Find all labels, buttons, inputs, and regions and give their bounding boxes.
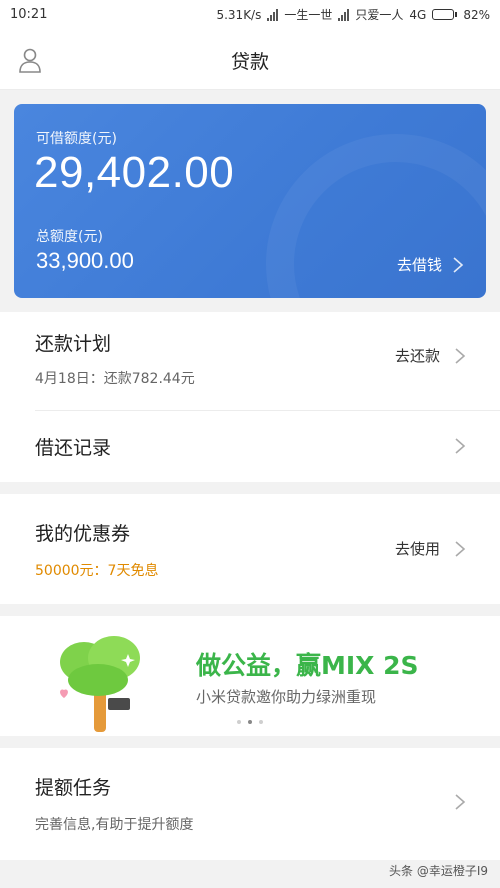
- app-header: 贷款: [0, 30, 500, 90]
- limit-task-section[interactable]: 提额任务 完善信息,有助于提升额度: [0, 748, 500, 860]
- carrier-1: 一生一世: [284, 8, 333, 22]
- repayment-section: 还款计划 4月18日：还款782.44元 去还款 借还记录: [0, 312, 500, 482]
- total-amount: 33,900.00: [36, 248, 134, 273]
- available-label: 可借额度(元): [36, 131, 117, 147]
- carousel-dots[interactable]: [0, 720, 500, 724]
- repayment-title: 还款计划: [35, 333, 112, 355]
- available-amount: 29,402.00: [34, 148, 235, 197]
- status-time: 10:21: [10, 7, 48, 22]
- chevron-right-icon: [455, 794, 466, 810]
- signal-icon: [267, 8, 279, 21]
- promo-banner[interactable]: 做公益，赢MIX 2S 小米贷款邀你助力绿洲重现: [0, 616, 500, 736]
- records-title: 借还记录: [35, 437, 112, 459]
- chevron-right-icon: [453, 256, 464, 273]
- status-bar: 10:21 5.31K/s 一生一世 只爱一人 4G 82%: [0, 0, 500, 30]
- limit-task-subtitle: 完善信息,有助于提升额度: [35, 817, 194, 833]
- total-label: 总额度(元): [36, 229, 103, 245]
- credit-card[interactable]: 可借额度(元) 29,402.00 总额度(元) 33,900.00 去借钱: [14, 104, 486, 298]
- borrow-label: 去借钱: [396, 256, 442, 274]
- chevron-right-icon: [455, 540, 466, 557]
- repay-button[interactable]: 去还款: [395, 345, 466, 366]
- network-speed: 5.31K/s: [216, 7, 262, 22]
- records-row[interactable]: 借还记录: [0, 411, 500, 482]
- limit-task-title: 提额任务: [35, 777, 112, 799]
- carousel-dot[interactable]: [248, 720, 252, 724]
- page-title: 贷款: [230, 51, 269, 73]
- signal-icon: [338, 8, 350, 21]
- banner-subtitle: 小米贷款邀你助力绿洲重现: [196, 688, 377, 706]
- carrier-2: 只爱一人: [355, 8, 404, 22]
- carousel-dot[interactable]: [259, 720, 263, 724]
- use-coupon-label: 去使用: [394, 540, 440, 558]
- chevron-right-icon: [455, 438, 466, 454]
- carousel-dot[interactable]: [237, 720, 241, 724]
- battery-icon: [432, 9, 458, 20]
- repay-label: 去还款: [394, 347, 440, 365]
- use-coupon-button[interactable]: 去使用: [395, 538, 466, 559]
- coupon-subtitle: 50000元：7天免息: [35, 563, 159, 579]
- banner-title: 做公益，赢MIX 2S: [196, 651, 419, 680]
- coupon-section[interactable]: 我的优惠券 50000元：7天免息 去使用: [0, 494, 500, 604]
- battery-percent: 82%: [463, 7, 490, 22]
- borrow-button[interactable]: 去借钱: [397, 254, 464, 275]
- watermark: 头条 @幸运橙子I9: [389, 864, 488, 878]
- chevron-right-icon: [455, 347, 466, 364]
- repayment-subtitle: 4月18日：还款782.44元: [35, 371, 195, 387]
- network-type: 4G: [409, 7, 427, 22]
- status-right: 5.31K/s 一生一世 只爱一人 4G 82%: [216, 6, 490, 23]
- coupon-title: 我的优惠券: [35, 523, 131, 545]
